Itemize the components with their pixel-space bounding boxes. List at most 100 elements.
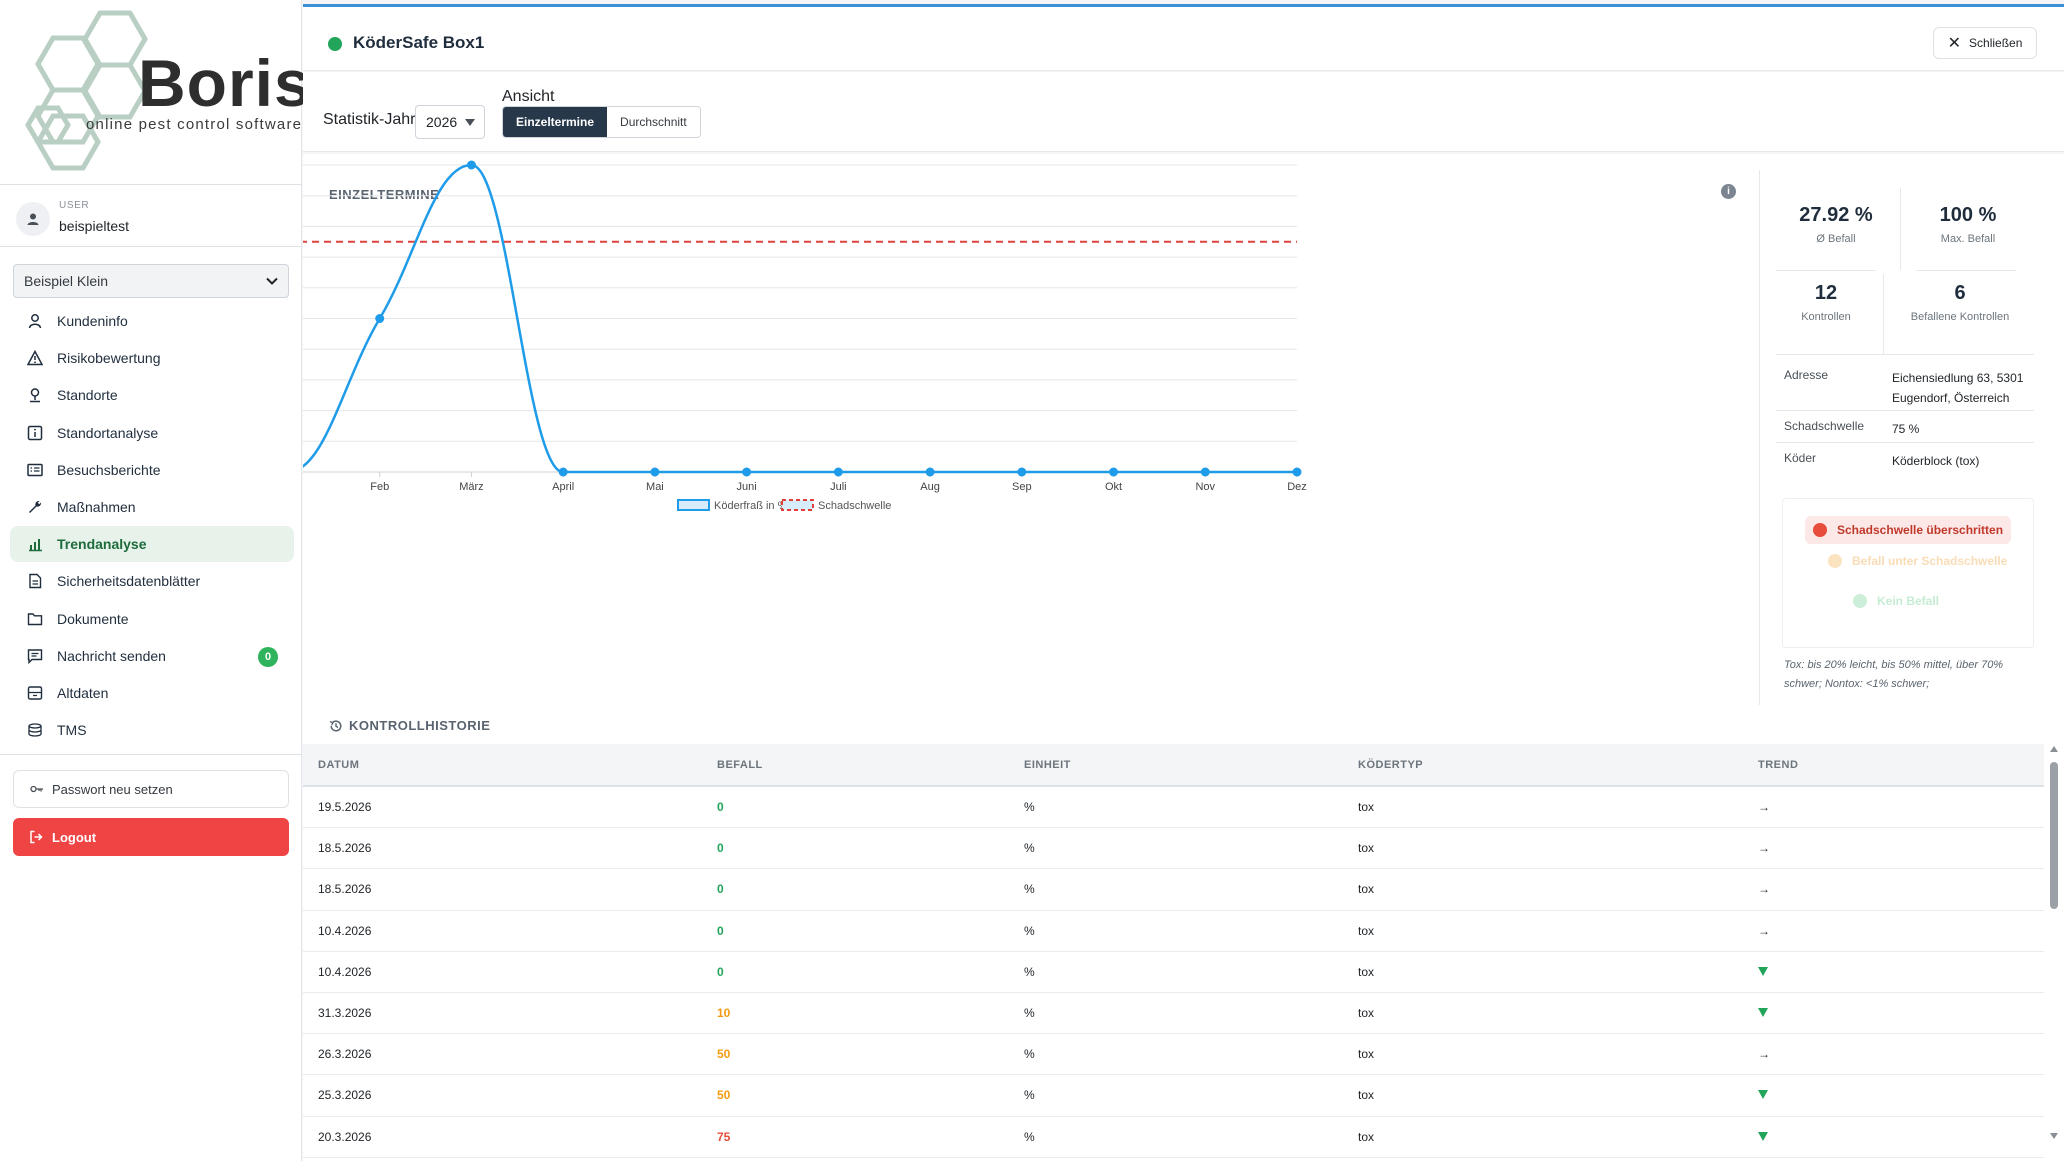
- table-row[interactable]: 19.5.2026 0% tox →: [303, 787, 2044, 829]
- threshold-value: 75 %: [1892, 422, 1920, 436]
- sidebar-item-trendanalyse[interactable]: Trendanalyse: [10, 526, 294, 563]
- table-row[interactable]: 18.5.2026 0% tox →: [303, 828, 2044, 870]
- sidebar-item-dokumente[interactable]: Dokumente: [10, 601, 294, 637]
- table-row[interactable]: 10.4.2026 0% tox: [303, 952, 2044, 993]
- trend-down-icon: [1758, 1088, 1768, 1102]
- sidebar-item-massnahmen[interactable]: Maßnahmen: [10, 489, 294, 525]
- sidebar-item-kundeninfo[interactable]: Kundeninfo: [10, 303, 294, 339]
- history-title-label: KONTROLLHISTORIE: [349, 718, 491, 733]
- column-header-bait-type[interactable]: KÖDERTYP: [1358, 759, 1423, 771]
- divider: [1916, 270, 2016, 271]
- column-header-trend[interactable]: TREND: [1758, 759, 1798, 771]
- cell-date: 10.4.2026: [318, 964, 372, 979]
- max-befall-value: 100 %: [1939, 204, 1997, 226]
- table-row[interactable]: 18.5.2026 0% tox →: [303, 869, 2044, 911]
- trend-down-icon: [1758, 1006, 1768, 1020]
- cell-bait-type: tox: [1358, 923, 1375, 938]
- data-point: [1017, 467, 1027, 477]
- page-title: KöderSafe Box1: [353, 33, 485, 52]
- threshold-key: Schadschwelle: [1784, 419, 1865, 433]
- sidebar-item-besuchsberichte[interactable]: Besuchsberichte: [10, 452, 294, 488]
- cell-bait-type: tox: [1358, 1129, 1375, 1144]
- sidebar: Boris online pest control software USER …: [0, 0, 311, 1161]
- address-line-1: Eichensiedlung 63, 5301: [1892, 371, 2024, 385]
- cell-unit: %: [1024, 800, 1035, 815]
- x-tick-label: März: [459, 481, 483, 493]
- legend-below-threshold: Befall unter Schadschwelle: [1828, 554, 2007, 568]
- filter-bar: Statistik-Jahr 2026 Ansicht Einzeltermin…: [303, 72, 2064, 152]
- customer-select[interactable]: Beispiel Klein: [13, 264, 289, 298]
- archive-icon: [26, 684, 44, 702]
- info-square-icon: [26, 424, 44, 442]
- data-point: [833, 467, 843, 477]
- sidebar-item-altdaten[interactable]: Altdaten: [10, 675, 294, 711]
- view-toggle: Einzeltermine Durchschnitt: [502, 106, 701, 138]
- cell-unit: %: [1024, 923, 1035, 938]
- divider: [0, 246, 302, 247]
- controls-stat: 12 Kontrollen: [1776, 282, 1876, 323]
- cell-unit: %: [1024, 964, 1035, 979]
- data-point: [925, 467, 935, 477]
- table-header: DATUM BEFALL EINHEIT KÖDERTYP TREND: [303, 744, 2044, 787]
- table-row[interactable]: 25.3.2026 50% tox: [303, 1075, 2044, 1117]
- column-header-unit[interactable]: EINHEIT: [1024, 759, 1071, 771]
- table-row[interactable]: 10.4.2026 0% tox →: [303, 911, 2044, 952]
- cell-bait-type: tox: [1358, 1088, 1375, 1103]
- scroll-thumb[interactable]: [2050, 762, 2058, 909]
- address-line-2: Eugendorf, Österreich: [1892, 391, 2010, 405]
- status-indicator: [328, 37, 342, 51]
- boris-logo[interactable]: Boris online pest control software: [18, 8, 311, 173]
- view-einzeltermine-button[interactable]: Einzeltermine: [503, 107, 608, 137]
- location-pin-icon: [26, 386, 44, 404]
- divider: [1776, 410, 2034, 411]
- toxicity-note: Tox: bis 20% leicht, bis 50% mittel, übe…: [1784, 659, 2004, 690]
- sidebar-item-tms[interactable]: TMS: [10, 712, 294, 748]
- triangle-down-icon: [1758, 1090, 1768, 1100]
- sidebar-item-risikobewertung[interactable]: Risikobewertung: [10, 340, 294, 376]
- sidebar-item-label: Trendanalyse: [57, 536, 147, 553]
- sidebar-item-standorte[interactable]: Standorte: [10, 377, 294, 413]
- column-header-befall[interactable]: BEFALL: [717, 759, 763, 771]
- table-row[interactable]: 26.3.2026 50% tox →: [303, 1034, 2044, 1076]
- cell-befall: 0: [717, 800, 724, 815]
- sidebar-item-label: Risikobewertung: [57, 350, 161, 367]
- warning-icon: [26, 349, 44, 367]
- reset-password-button[interactable]: Passwort neu setzen: [13, 770, 289, 808]
- cell-date: 18.5.2026: [318, 841, 372, 856]
- address-key: Adresse: [1784, 368, 1829, 382]
- sidebar-item-standortanalyse[interactable]: Standortanalyse: [10, 415, 294, 451]
- table-row[interactable]: 31.3.2026 10% tox: [303, 993, 2044, 1035]
- triangle-down-icon: [1758, 1131, 1768, 1141]
- trend-line-chart: 0102030405060708090100Köderfraß in %JänF…: [303, 160, 1307, 512]
- data-point: [466, 160, 476, 170]
- cell-befall: 0: [717, 964, 724, 979]
- logout-button[interactable]: Logout: [13, 818, 289, 856]
- history-table: DATUM BEFALL EINHEIT KÖDERTYP TREND 19.5…: [303, 744, 2044, 1158]
- folder-icon: [26, 610, 44, 628]
- scroll-down-arrow-icon[interactable]: [2050, 1133, 2058, 1139]
- bait-row: Köder Köderblock (tox): [1784, 451, 2034, 473]
- cell-unit: %: [1024, 882, 1035, 897]
- x-tick-label: Juli: [830, 481, 847, 493]
- view-durchschnitt-button[interactable]: Durchschnitt: [607, 107, 700, 137]
- sidebar-item-sicherheitsdatenblaetter[interactable]: Sicherheitsdatenblätter: [10, 563, 294, 599]
- sidebar-item-label: Altdaten: [57, 684, 109, 701]
- cell-date: 20.3.2026: [318, 1129, 372, 1144]
- bait-key: Köder: [1784, 451, 1817, 465]
- brand-tagline: online pest control software: [86, 116, 303, 133]
- year-select[interactable]: 2026: [415, 105, 485, 139]
- table-scrollbar[interactable]: [2048, 746, 2060, 1141]
- sidebar-item-label: Sicherheitsdatenblätter: [57, 573, 201, 590]
- cell-befall: 0: [717, 923, 724, 938]
- content-panel: EINZELTERMINE i 0102030405060708090100Kö…: [303, 154, 2064, 1161]
- column-header-date[interactable]: DATUM: [318, 759, 359, 771]
- table-row[interactable]: 20.3.2026 75% tox: [303, 1117, 2044, 1158]
- data-point: [375, 314, 385, 323]
- max-befall-caption: Max. Befall: [1940, 233, 1996, 245]
- scroll-up-arrow-icon[interactable]: [2050, 746, 2058, 752]
- logout-icon: [30, 830, 43, 844]
- user-name: beispieltest: [59, 218, 130, 234]
- close-button[interactable]: ✕ Schließen: [1933, 27, 2037, 59]
- divider: [1776, 442, 2034, 443]
- sidebar-item-nachricht-senden[interactable]: Nachricht senden 0: [10, 638, 294, 674]
